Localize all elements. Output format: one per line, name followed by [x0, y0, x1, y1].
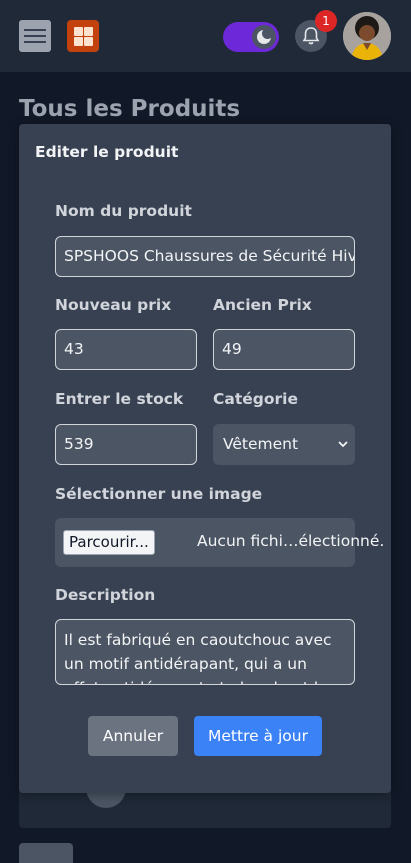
product-name-label: Nom du produit	[55, 202, 192, 220]
pagination-button[interactable]	[19, 843, 73, 863]
stock-input[interactable]: 539	[55, 424, 197, 465]
image-label: Sélectionner une image	[55, 485, 263, 503]
cancel-button[interactable]: Annuler	[88, 716, 178, 756]
notification-badge: 1	[315, 10, 337, 32]
description-textarea[interactable]: Il est fabriqué en caoutchouc avec un mo…	[55, 619, 355, 685]
theme-toggle[interactable]	[223, 22, 279, 52]
chevron-down-icon	[337, 424, 349, 481]
new-price-label: Nouveau prix	[55, 296, 172, 314]
image-file-input[interactable]: Parcourir... Aucun fichi…électionné.	[55, 518, 384, 567]
hamburger-icon[interactable]	[19, 20, 51, 52]
no-file-selected-text: Aucun fichi…électionné.	[197, 532, 385, 550]
edit-product-modal: Editer le produit Nom du produit SPSHOOS…	[19, 124, 391, 793]
grid-logo-icon[interactable]	[67, 20, 99, 52]
old-price-label: Ancien Prix	[213, 296, 312, 314]
moon-icon	[252, 25, 276, 49]
update-button[interactable]: Mettre à jour	[194, 716, 322, 756]
product-name-input[interactable]: SPSHOOS Chaussures de Sécurité Hiver	[55, 236, 355, 277]
new-price-input[interactable]: 43	[55, 329, 197, 370]
page-title: Tous les Produits	[19, 96, 241, 122]
avatar[interactable]	[343, 12, 391, 60]
description-label: Description	[55, 586, 156, 604]
stock-label: Entrer le stock	[55, 390, 184, 408]
category-selected-value: Vêtement	[223, 435, 299, 453]
top-navbar: 1	[0, 0, 411, 72]
category-label: Catégorie	[213, 390, 298, 408]
modal-title: Editer le produit	[35, 143, 179, 161]
browse-button[interactable]: Parcourir...	[63, 530, 155, 555]
category-select[interactable]: Vêtement	[213, 424, 355, 465]
old-price-input[interactable]: 49	[213, 329, 355, 370]
